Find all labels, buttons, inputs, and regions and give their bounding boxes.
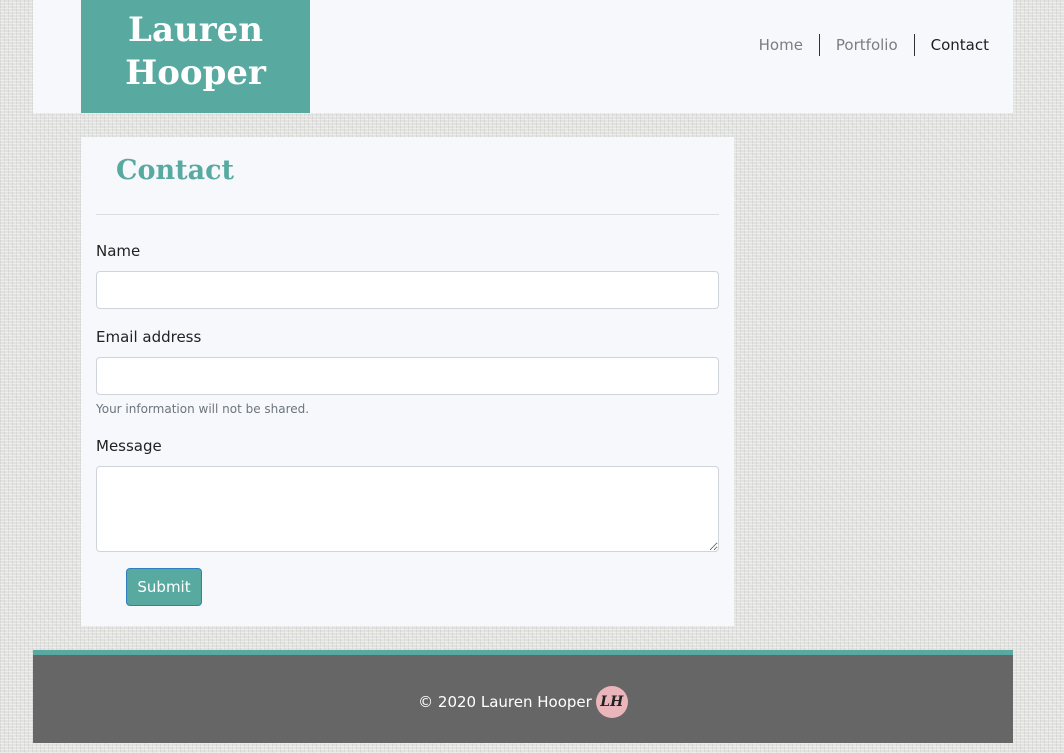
main-nav: Home Portfolio Contact xyxy=(743,34,989,56)
brand-name-last: Hooper xyxy=(125,53,266,93)
nav-portfolio-link[interactable]: Portfolio xyxy=(818,34,914,56)
name-label: Name xyxy=(96,242,141,260)
page-title: Contact xyxy=(116,155,235,186)
copyright-text: © 2020 Lauren Hooper xyxy=(418,693,592,711)
message-label: Message xyxy=(96,437,162,455)
brand-logo[interactable]: Lauren Hooper xyxy=(81,0,310,113)
nav-contact-link[interactable]: Contact xyxy=(913,34,989,56)
message-textarea[interactable] xyxy=(96,466,719,552)
site-footer: © 2020 Lauren Hooper LH xyxy=(33,650,1013,743)
email-help-text: Your information will not be shared. xyxy=(96,402,310,416)
email-input[interactable] xyxy=(96,357,719,395)
nav-home-link[interactable]: Home xyxy=(743,34,819,56)
email-label: Email address xyxy=(96,328,202,346)
lh-monogram-icon: LH xyxy=(595,686,628,718)
brand-name-first: Lauren xyxy=(128,10,263,50)
contact-card: Contact Name Email address Your informat… xyxy=(81,137,734,626)
submit-button[interactable]: Submit xyxy=(126,568,202,606)
site-header: Lauren Hooper Home Portfolio Contact xyxy=(33,0,1013,113)
name-input[interactable] xyxy=(96,271,719,309)
title-divider xyxy=(96,214,719,215)
